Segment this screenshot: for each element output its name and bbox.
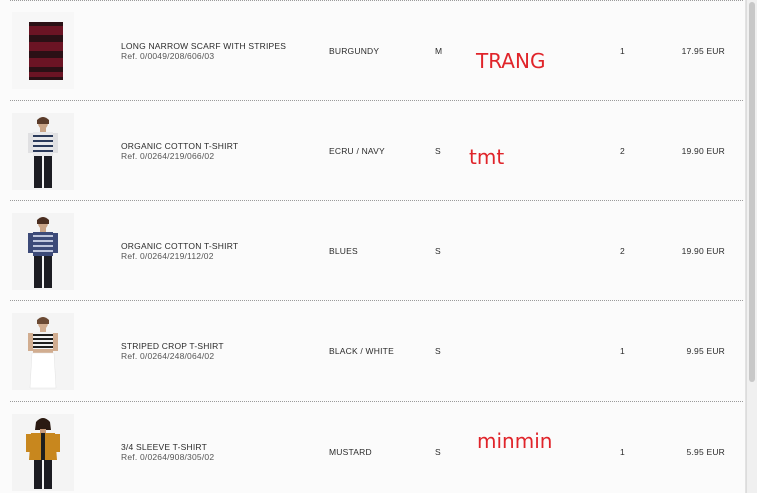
product-name-block: ORGANIC COTTON T-SHIRT Ref. 0/0264/219/1…: [121, 241, 238, 261]
product-name-block: STRIPED CROP T-SHIRT Ref. 0/0264/248/064…: [121, 341, 224, 361]
product-name[interactable]: ORGANIC COTTON T-SHIRT: [121, 241, 238, 251]
product-name-block: LONG NARROW SCARF WITH STRIPES Ref. 0/00…: [121, 41, 286, 61]
vertical-scrollbar[interactable]: [746, 0, 757, 493]
product-quantity[interactable]: 1: [620, 447, 625, 457]
product-size: S: [435, 246, 441, 256]
product-quantity[interactable]: 1: [620, 46, 625, 56]
product-image[interactable]: [12, 12, 74, 89]
product-image[interactable]: [12, 313, 74, 390]
product-name[interactable]: LONG NARROW SCARF WITH STRIPES: [121, 41, 286, 51]
striped-tshirt-model-thumbnail: [12, 113, 74, 190]
cart-item-row[interactable]: ORGANIC COTTON T-SHIRT Ref. 0/0264/219/0…: [0, 100, 745, 200]
product-size: S: [435, 146, 441, 156]
cart-item-list: LONG NARROW SCARF WITH STRIPES Ref. 0/00…: [0, 0, 746, 493]
striped-tshirt-model-thumbnail: [12, 213, 74, 290]
cart-item-row[interactable]: 3/4 SLEEVE T-SHIRT Ref. 0/0264/908/305/0…: [0, 401, 745, 501]
product-name-block: ORGANIC COTTON T-SHIRT Ref. 0/0264/219/0…: [121, 141, 238, 161]
handwritten-note: TRANG: [476, 49, 546, 73]
product-image[interactable]: [12, 213, 74, 290]
product-name[interactable]: STRIPED CROP T-SHIRT: [121, 341, 224, 351]
product-ref: Ref. 0/0264/219/066/02: [121, 151, 215, 161]
product-color: BLUES: [329, 246, 358, 256]
product-quantity[interactable]: 2: [620, 246, 625, 256]
product-color: MUSTARD: [329, 447, 372, 457]
product-ref: Ref. 0/0264/248/064/02: [121, 351, 215, 361]
product-price: 19.90 EUR: [681, 146, 725, 156]
cart-item-row[interactable]: LONG NARROW SCARF WITH STRIPES Ref. 0/00…: [0, 0, 745, 100]
product-price: 19.90 EUR: [681, 246, 725, 256]
scrollbar-thumb[interactable]: [749, 2, 755, 382]
product-image[interactable]: [12, 113, 74, 190]
product-ref: Ref. 0/0049/208/606/03: [121, 51, 215, 61]
product-color: BURGUNDY: [329, 46, 380, 56]
product-quantity[interactable]: 1: [620, 346, 625, 356]
crop-tshirt-model-thumbnail: [12, 313, 74, 390]
handwritten-note: minmin: [477, 429, 553, 453]
scarf-thumbnail: [12, 12, 74, 89]
product-price: 9.95 EUR: [686, 346, 725, 356]
product-name[interactable]: 3/4 SLEEVE T-SHIRT: [121, 442, 207, 452]
product-size: S: [435, 346, 441, 356]
product-color: ECRU / NAVY: [329, 146, 385, 156]
product-color: BLACK / WHITE: [329, 346, 394, 356]
cart-item-row[interactable]: STRIPED CROP T-SHIRT Ref. 0/0264/248/064…: [0, 300, 745, 400]
mustard-tshirt-model-thumbnail: [12, 414, 74, 491]
product-ref: Ref. 0/0264/908/305/02: [121, 452, 215, 462]
product-size: M: [435, 46, 443, 56]
product-size: S: [435, 447, 441, 457]
product-price: 17.95 EUR: [681, 46, 725, 56]
product-name-block: 3/4 SLEEVE T-SHIRT Ref. 0/0264/908/305/0…: [121, 442, 214, 462]
product-quantity[interactable]: 2: [620, 146, 625, 156]
product-ref: Ref. 0/0264/219/112/02: [121, 251, 214, 261]
cart-item-row[interactable]: ORGANIC COTTON T-SHIRT Ref. 0/0264/219/1…: [0, 200, 745, 300]
handwritten-note: tmt: [469, 145, 505, 169]
product-name[interactable]: ORGANIC COTTON T-SHIRT: [121, 141, 238, 151]
product-image[interactable]: [12, 414, 74, 491]
product-price: 5.95 EUR: [686, 447, 725, 457]
